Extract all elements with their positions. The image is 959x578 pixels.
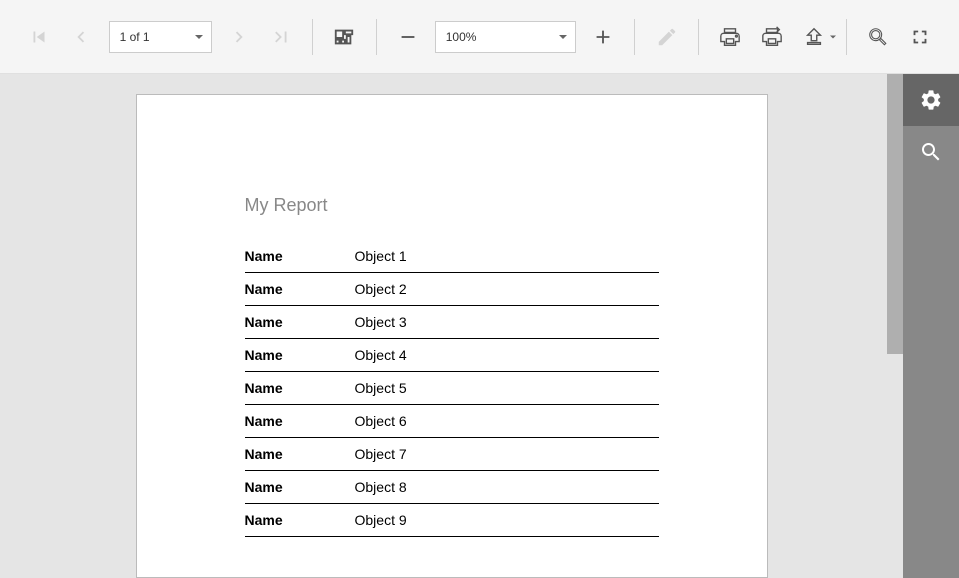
last-page-button[interactable] [262,17,300,57]
plus-icon [592,26,614,48]
page-selector-label: 1 of 1 [120,30,150,44]
search-panel-button[interactable] [903,126,959,178]
minus-icon [397,26,419,48]
edit-icon [656,26,678,48]
row-value: Object 6 [355,405,659,438]
grid-icon [333,26,355,48]
document-page: My Report NameObject 1NameObject 2NameOb… [136,94,768,578]
table-row: NameObject 6 [245,405,659,438]
table-row: NameObject 4 [245,339,659,372]
row-label: Name [245,372,355,405]
row-value: Object 2 [355,273,659,306]
table-row: NameObject 7 [245,438,659,471]
row-value: Object 3 [355,306,659,339]
report-title: My Report [245,195,659,216]
row-label: Name [245,306,355,339]
search-icon [919,140,943,164]
fullscreen-icon [909,26,931,48]
row-label: Name [245,471,355,504]
table-row: NameObject 3 [245,306,659,339]
row-value: Object 4 [355,339,659,372]
print-page-button[interactable] [753,17,791,57]
multipage-view-button[interactable] [325,17,363,57]
edit-button[interactable] [647,17,685,57]
chevron-down-icon [559,35,567,39]
zoom-in-button[interactable] [584,17,622,57]
table-row: NameObject 2 [245,273,659,306]
report-table: NameObject 1NameObject 2NameObject 3Name… [245,240,659,537]
chevron-down-icon [830,35,836,38]
row-label: Name [245,405,355,438]
row-value: Object 1 [355,240,659,273]
table-row: NameObject 5 [245,372,659,405]
row-label: Name [245,240,355,273]
table-row: NameObject 9 [245,504,659,537]
row-label: Name [245,273,355,306]
divider [312,19,313,55]
zoom-selector[interactable]: 100% [435,21,576,53]
export-button[interactable] [795,17,833,57]
prev-page-button[interactable] [62,17,100,57]
zoom-selector-label: 100% [446,30,477,44]
row-label: Name [245,339,355,372]
print-button[interactable] [711,17,749,57]
row-value: Object 9 [355,504,659,537]
first-page-button[interactable] [20,17,58,57]
chevron-down-icon [195,35,203,39]
row-value: Object 7 [355,438,659,471]
row-label: Name [245,504,355,537]
settings-panel-button[interactable] [903,74,959,126]
vertical-scrollbar[interactable] [887,74,903,354]
print-icon [719,26,741,48]
right-sidebar [903,74,959,578]
toolbar: 1 of 1 100% [0,0,959,74]
row-value: Object 8 [355,471,659,504]
page-selector[interactable]: 1 of 1 [109,21,212,53]
divider [698,19,699,55]
next-page-button[interactable] [220,17,258,57]
search-icon [867,26,889,48]
table-row: NameObject 1 [245,240,659,273]
divider [376,19,377,55]
zoom-out-button[interactable] [388,17,426,57]
export-icon [803,26,825,48]
print-page-icon [761,26,783,48]
row-value: Object 5 [355,372,659,405]
divider [846,19,847,55]
fullscreen-button[interactable] [901,17,939,57]
gear-icon [919,88,943,112]
table-row: NameObject 8 [245,471,659,504]
document-viewport: My Report NameObject 1NameObject 2NameOb… [0,74,903,578]
chevron-right-icon [228,26,250,48]
last-page-icon [270,26,292,48]
divider [634,19,635,55]
search-button[interactable] [858,17,896,57]
row-label: Name [245,438,355,471]
chevron-left-icon [70,26,92,48]
first-page-icon [28,26,50,48]
